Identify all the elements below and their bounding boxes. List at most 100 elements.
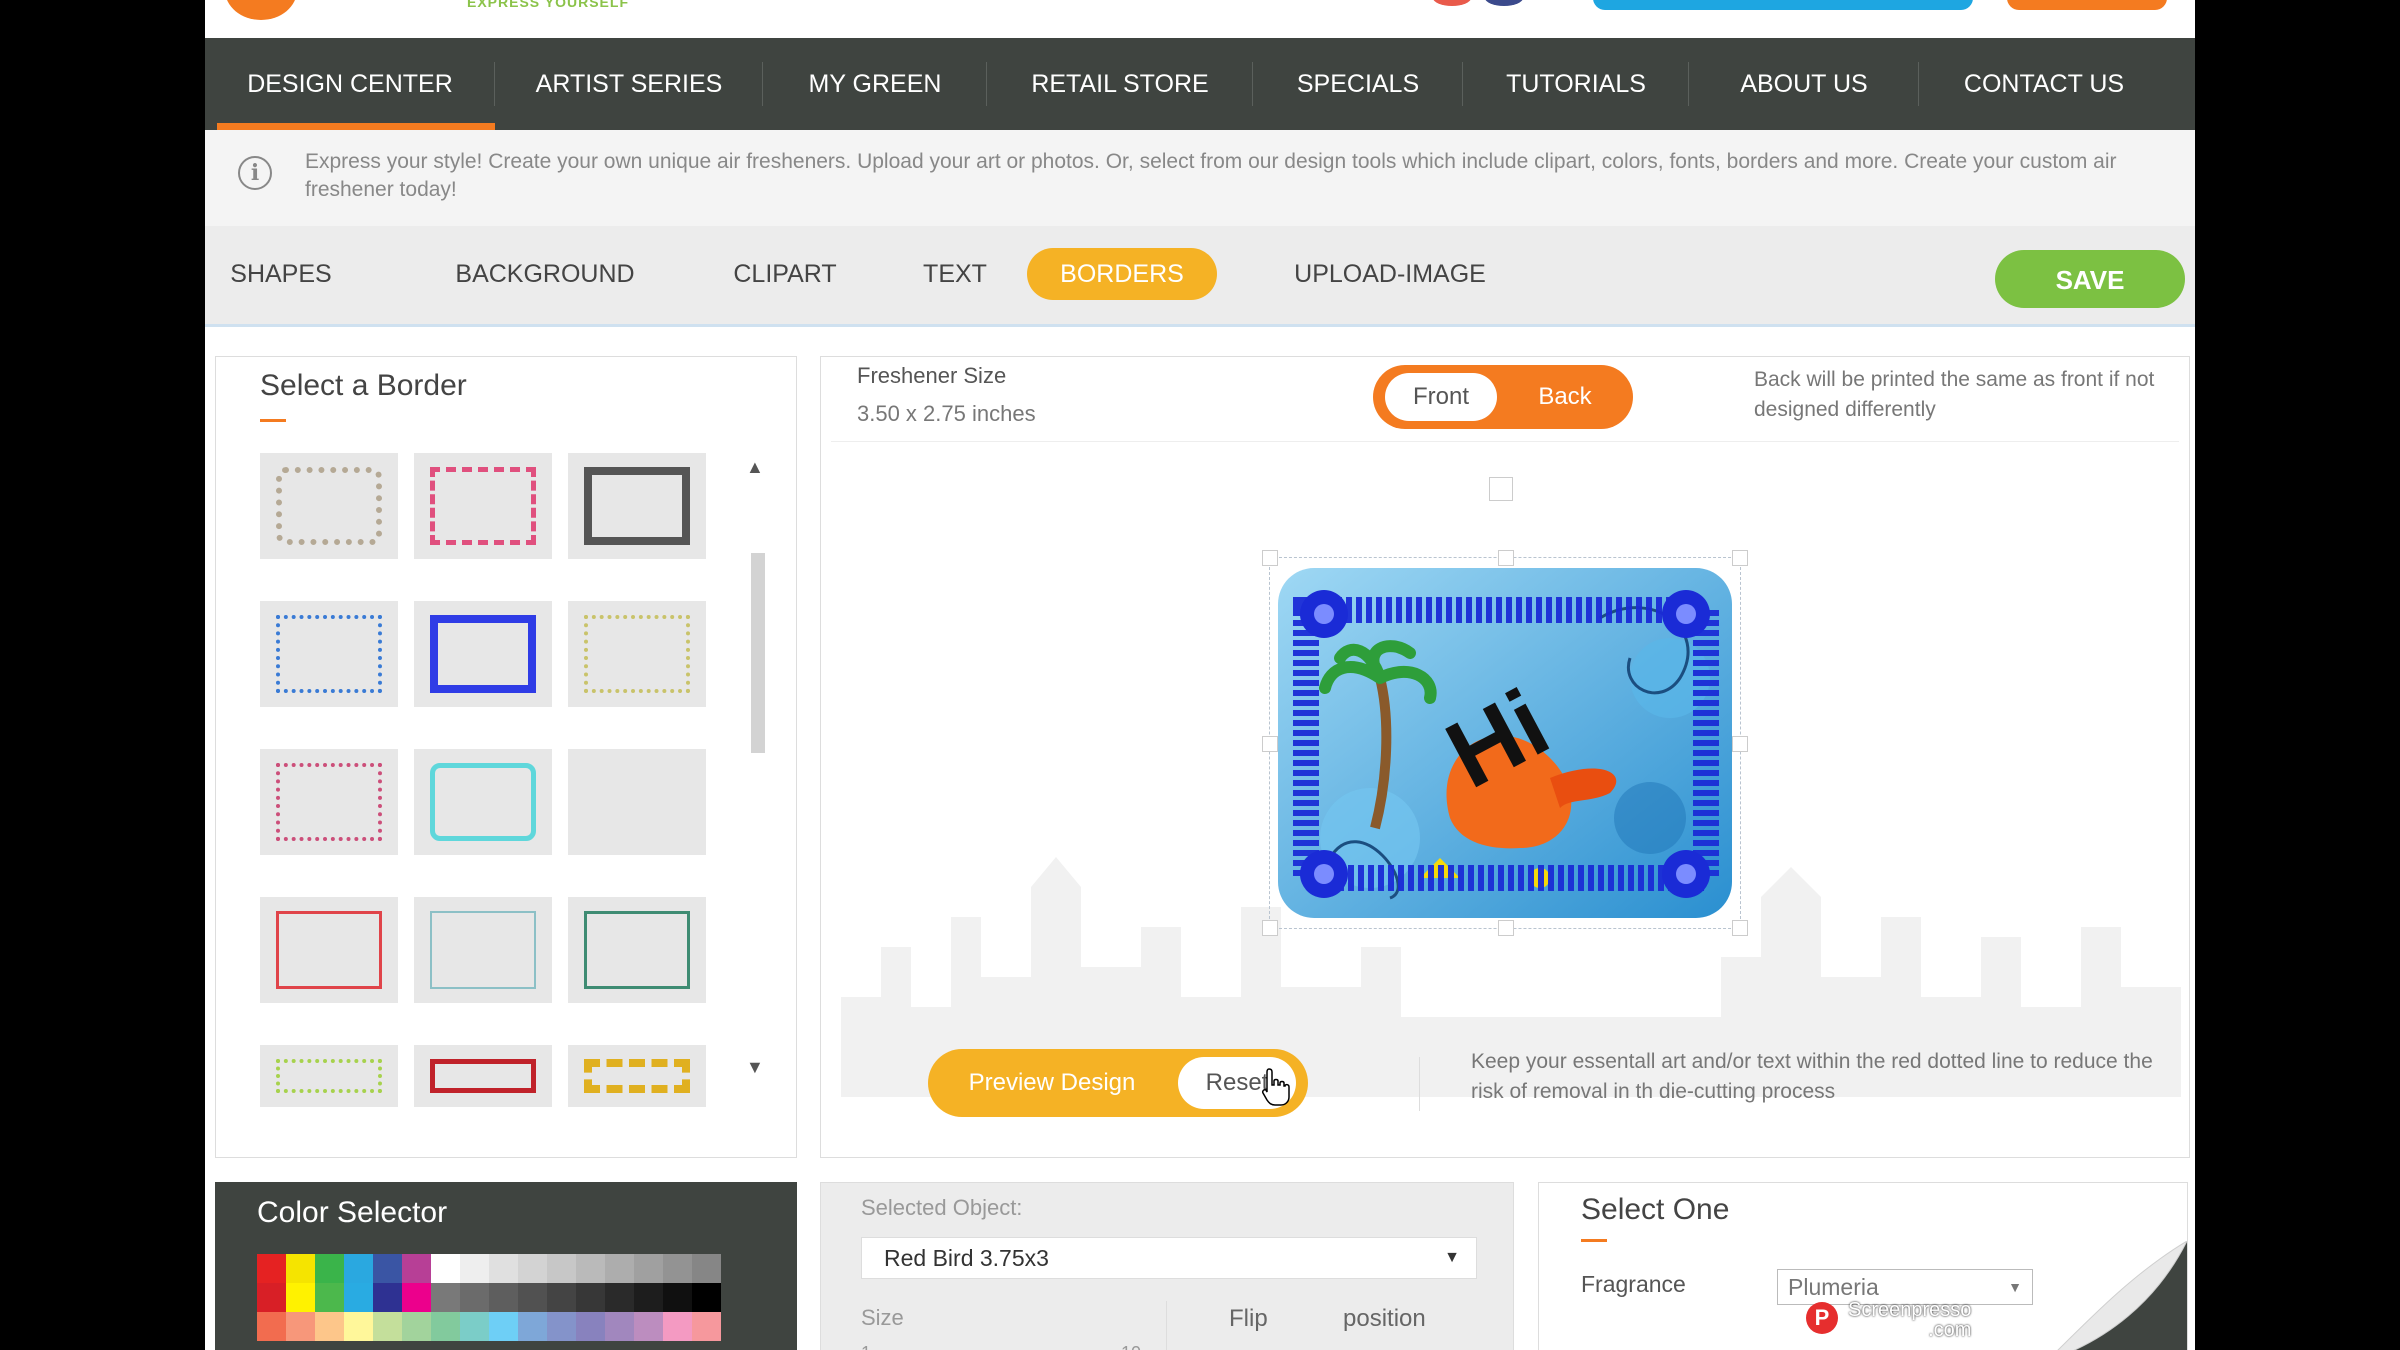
nav-item-artist-series[interactable]: ARTIST SERIES (495, 38, 763, 130)
color-swatch[interactable] (344, 1283, 373, 1312)
color-swatch[interactable] (634, 1283, 663, 1312)
color-swatch[interactable] (431, 1283, 460, 1312)
color-swatch[interactable] (344, 1254, 373, 1283)
border-thumb-12[interactable] (568, 897, 706, 1003)
header-social-icon-1[interactable] (1433, 0, 1471, 6)
color-swatch[interactable] (286, 1254, 315, 1283)
header-search-bar[interactable] (1593, 0, 1973, 10)
border-thumb-5[interactable] (414, 601, 552, 707)
border-thumb-14[interactable] (414, 1045, 552, 1107)
color-swatch[interactable] (315, 1283, 344, 1312)
scroll-up-arrow-icon[interactable]: ▲ (746, 457, 764, 478)
color-swatch[interactable] (576, 1254, 605, 1283)
tab-background[interactable]: BACKGROUND (427, 248, 663, 300)
color-swatch[interactable] (402, 1254, 431, 1283)
preview-design-button[interactable]: Preview Design (928, 1049, 1176, 1117)
tab-clipart[interactable]: CLIPART (705, 248, 865, 300)
border-thumb-6[interactable] (568, 601, 706, 707)
color-swatch[interactable] (460, 1283, 489, 1312)
air-freshener-canvas[interactable]: Hi (1262, 550, 1748, 936)
color-swatch[interactable] (489, 1312, 518, 1341)
site-logo[interactable] (225, 0, 297, 20)
resize-handle[interactable] (1498, 550, 1514, 566)
resize-handle[interactable] (1732, 550, 1748, 566)
nav-item-contact-us[interactable]: CONTACT US (1919, 38, 2169, 130)
back-side-button[interactable]: Back (1509, 373, 1621, 421)
resize-handle[interactable] (1498, 920, 1514, 936)
color-swatch[interactable] (460, 1254, 489, 1283)
tab-text[interactable]: TEXT (895, 248, 1015, 300)
color-swatch[interactable] (286, 1312, 315, 1341)
scrollbar-thumb[interactable] (751, 553, 765, 753)
color-swatch[interactable] (489, 1283, 518, 1312)
border-thumb-7[interactable] (260, 749, 398, 855)
resize-handle[interactable] (1262, 736, 1278, 752)
color-swatch[interactable] (286, 1283, 315, 1312)
color-swatch[interactable] (489, 1254, 518, 1283)
rotate-handle[interactable] (1489, 477, 1513, 501)
color-swatch[interactable] (257, 1312, 286, 1341)
nav-item-design-center[interactable]: DESIGN CENTER (205, 38, 495, 142)
save-button[interactable]: SAVE (1995, 250, 2185, 308)
header-cart-button[interactable] (2007, 0, 2167, 10)
color-swatch[interactable] (518, 1254, 547, 1283)
border-thumb-3[interactable] (568, 453, 706, 559)
color-swatch[interactable] (373, 1254, 402, 1283)
color-swatch[interactable] (315, 1312, 344, 1341)
color-swatch[interactable] (605, 1283, 634, 1312)
tab-borders[interactable]: BORDERS (1027, 248, 1217, 300)
nav-item-about-us[interactable]: ABOUT US (1689, 38, 1919, 130)
border-thumb-8[interactable] (414, 749, 552, 855)
tab-shapes[interactable]: SHAPES (213, 248, 349, 300)
color-swatch[interactable] (373, 1312, 402, 1341)
resize-handle[interactable] (1262, 550, 1278, 566)
color-swatch[interactable] (460, 1312, 489, 1341)
color-swatch[interactable] (663, 1254, 692, 1283)
border-thumb-1[interactable] (260, 453, 398, 559)
color-swatch[interactable] (344, 1312, 373, 1341)
color-swatch[interactable] (547, 1283, 576, 1312)
color-swatch[interactable] (692, 1283, 721, 1312)
color-swatch[interactable] (663, 1312, 692, 1341)
color-swatch[interactable] (518, 1283, 547, 1312)
border-thumb-9[interactable] (568, 749, 706, 855)
scroll-down-arrow-icon[interactable]: ▼ (746, 1057, 764, 1078)
nav-item-tutorials[interactable]: TUTORIALS (1463, 38, 1689, 130)
color-swatch[interactable] (547, 1254, 576, 1283)
color-swatch[interactable] (315, 1254, 344, 1283)
tab-upload-image[interactable]: UPLOAD-IMAGE (1257, 248, 1523, 300)
color-swatch[interactable] (257, 1254, 286, 1283)
color-swatch[interactable] (634, 1254, 663, 1283)
border-thumb-4[interactable] (260, 601, 398, 707)
color-swatch[interactable] (547, 1312, 576, 1341)
color-swatch[interactable] (576, 1312, 605, 1341)
nav-item-my-green[interactable]: MY GREEN (763, 38, 987, 130)
color-swatch[interactable] (402, 1312, 431, 1341)
color-swatch[interactable] (663, 1283, 692, 1312)
color-swatch[interactable] (605, 1312, 634, 1341)
border-thumb-15[interactable] (568, 1045, 706, 1107)
resize-handle[interactable] (1732, 920, 1748, 936)
nav-item-retail-store[interactable]: RETAIL STORE (987, 38, 1253, 130)
border-thumb-10[interactable] (260, 897, 398, 1003)
color-swatch[interactable] (576, 1283, 605, 1312)
resize-handle[interactable] (1732, 736, 1748, 752)
color-swatch[interactable] (257, 1283, 286, 1312)
border-thumb-13[interactable] (260, 1045, 398, 1107)
color-swatch[interactable] (373, 1283, 402, 1312)
selected-object-dropdown[interactable]: Red Bird 3.75x3 ▼ (861, 1237, 1477, 1279)
header-social-icon-2[interactable] (1485, 0, 1523, 6)
color-swatch[interactable] (692, 1254, 721, 1283)
color-swatch[interactable] (692, 1312, 721, 1341)
color-swatch[interactable] (605, 1254, 634, 1283)
color-swatch[interactable] (402, 1283, 431, 1312)
color-swatch[interactable] (518, 1312, 547, 1341)
front-side-button[interactable]: Front (1385, 373, 1497, 421)
color-swatch[interactable] (431, 1254, 460, 1283)
color-swatch[interactable] (431, 1312, 460, 1341)
border-thumb-11[interactable] (414, 897, 552, 1003)
border-thumb-2[interactable] (414, 453, 552, 559)
color-swatch[interactable] (634, 1312, 663, 1341)
resize-handle[interactable] (1262, 920, 1278, 936)
nav-item-specials[interactable]: SPECIALS (1253, 38, 1463, 130)
